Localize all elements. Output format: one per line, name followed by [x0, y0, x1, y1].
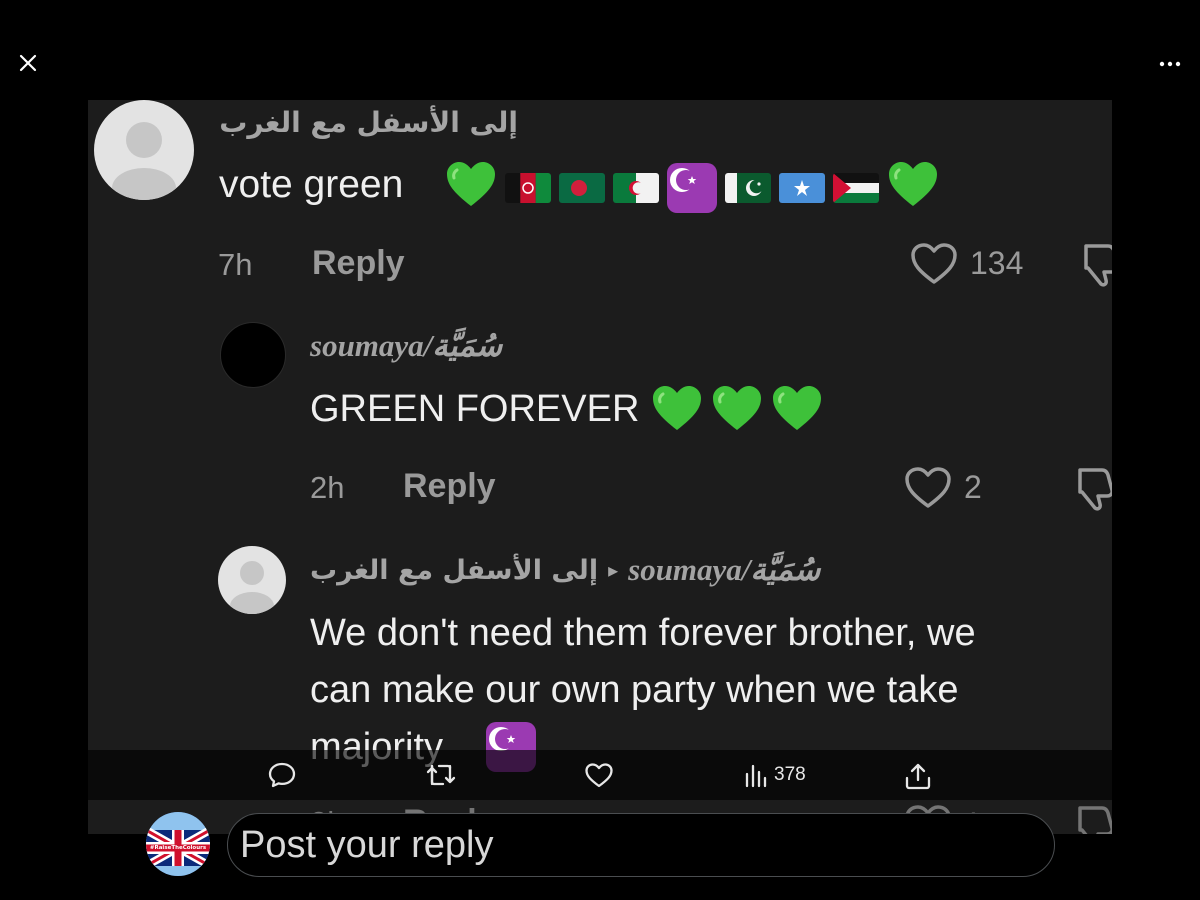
green-heart-icon: [651, 384, 703, 439]
comment-text: GREEN FOREVER: [310, 388, 640, 430]
share-icon: [905, 763, 931, 790]
reply-input[interactable]: [227, 813, 1055, 877]
views-button[interactable]: 378: [744, 762, 806, 788]
like-button[interactable]: [910, 242, 958, 291]
dislike-button[interactable]: [1074, 804, 1112, 834]
reply-button[interactable]: Reply: [403, 467, 496, 506]
comment-emojis: [445, 160, 947, 215]
green-heart-icon: [887, 160, 939, 215]
comment-username: إلى الأسفل مع الغرب: [310, 554, 599, 586]
like-button[interactable]: [904, 466, 952, 515]
thumbs-down-icon: [1078, 468, 1112, 511]
reply-header: إلى الأسفل مع الغرب ▸ soumaya/سُمَيَّة: [310, 552, 820, 588]
views-chart-icon: [745, 764, 767, 788]
heart-icon: [585, 763, 613, 788]
avatar: [94, 100, 194, 200]
comment-text-line: We don't need them forever brother, we: [310, 612, 976, 654]
close-button[interactable]: [12, 47, 44, 79]
share-button[interactable]: [904, 762, 932, 790]
flag-bangladesh-icon: [559, 172, 605, 203]
union-jack-avatar-icon: #RaiseTheColours: [146, 812, 210, 876]
green-heart-icon: [771, 384, 823, 439]
like-post-button[interactable]: [584, 762, 614, 789]
comment-time: 7h: [218, 247, 253, 282]
star-and-crescent-icon: [667, 162, 717, 213]
dislike-button[interactable]: [1080, 242, 1112, 293]
flag-pakistan-icon: [725, 172, 771, 203]
comment-emojis: [651, 384, 831, 439]
thumbs-down-icon: [1078, 806, 1112, 834]
comment-text: vote green: [219, 163, 404, 206]
more-options-button[interactable]: [1154, 50, 1186, 78]
avatar-caption: #RaiseTheColours: [150, 845, 207, 851]
user-avatar[interactable]: #RaiseTheColours: [146, 812, 210, 876]
comment-text-line: can make our own party when we take: [310, 669, 959, 711]
flag-somalia-icon: [779, 172, 825, 203]
green-heart-icon: [445, 160, 497, 215]
flag-palestine-icon: [833, 172, 879, 203]
close-icon: [19, 54, 37, 72]
media-viewer: إلى الأسفل مع الغرب vote green 7h Reply …: [0, 0, 1200, 900]
avatar: [218, 546, 286, 614]
reply-bubble-icon: [268, 762, 296, 788]
like-count: 134: [970, 245, 1024, 281]
reply-action-button[interactable]: [268, 762, 296, 788]
views-count: 378: [774, 764, 806, 785]
action-bar: 378: [88, 750, 1112, 800]
repost-icon: [426, 764, 456, 786]
like-count: 2: [964, 469, 982, 505]
comment-time: 2h: [310, 470, 345, 505]
flag-afghanistan-icon: [505, 172, 551, 203]
reply-arrow-icon: ▸: [608, 559, 619, 582]
comment-username: إلى الأسفل مع الغرب: [219, 106, 518, 139]
reply-to-username: soumaya/سُمَيَّة: [628, 552, 821, 587]
green-heart-icon: [711, 384, 763, 439]
heart-outline-icon: [911, 243, 957, 284]
repost-button[interactable]: [425, 762, 457, 788]
heart-outline-icon: [905, 467, 951, 508]
dislike-button[interactable]: [1074, 466, 1112, 517]
reply-button[interactable]: Reply: [312, 244, 405, 283]
flag-algeria-icon: [613, 172, 659, 203]
thumbs-down-icon: [1084, 244, 1112, 287]
avatar: [220, 322, 286, 388]
comment-username: soumaya/سُمَيَّة: [310, 328, 503, 363]
screenshot-image: إلى الأسفل مع الغرب vote green 7h Reply …: [88, 100, 1112, 834]
more-horizontal-icon: [1159, 61, 1181, 67]
